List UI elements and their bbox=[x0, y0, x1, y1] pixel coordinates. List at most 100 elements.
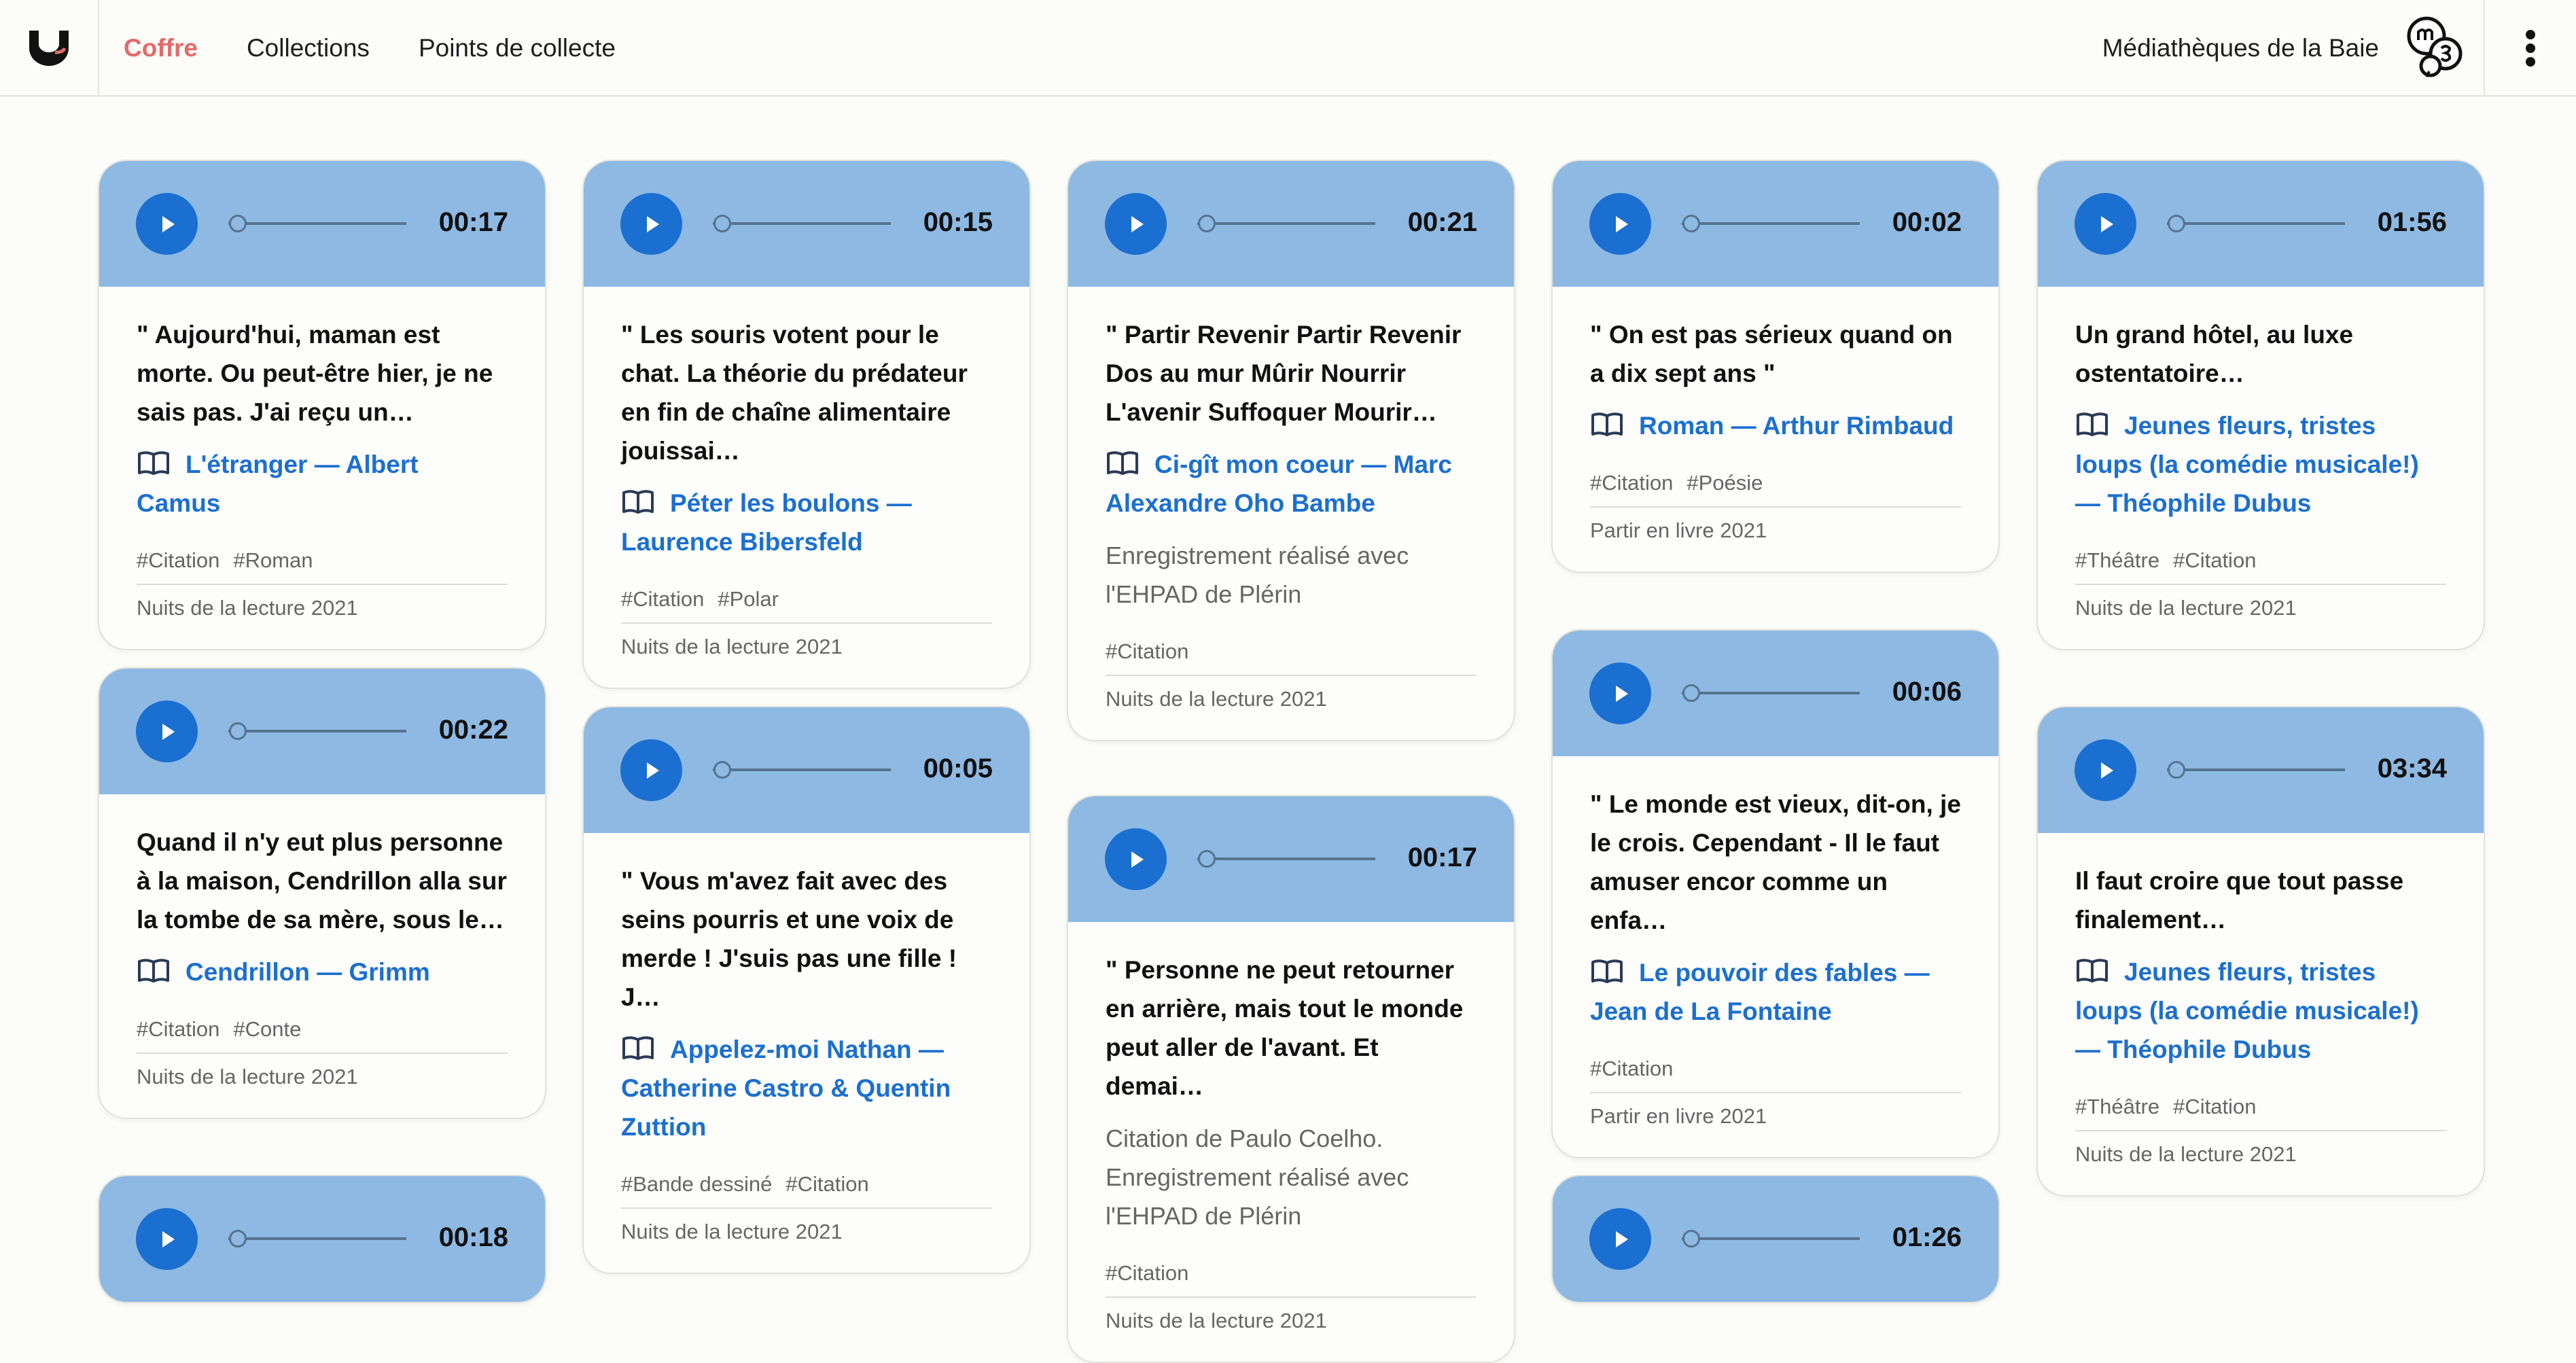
tag-list: #Citation bbox=[1106, 1261, 1477, 1298]
progress-handle[interactable] bbox=[713, 215, 731, 232]
event-name: Partir en livre 2021 bbox=[1590, 1104, 1767, 1128]
tag-chip[interactable]: #Citation bbox=[1106, 1261, 1188, 1285]
play-button[interactable] bbox=[1589, 662, 1651, 724]
book-title: Appelez-moi Nathan — Catherine Castro & … bbox=[621, 1035, 951, 1141]
nav-item-points-de-collecte[interactable]: Points de collecte bbox=[419, 34, 616, 63]
progress-handle[interactable] bbox=[1682, 1230, 1700, 1247]
play-button[interactable] bbox=[136, 1208, 198, 1270]
tag-chip[interactable]: #Bande dessiné bbox=[621, 1172, 772, 1196]
card-body: " Vous m'avez fait avec des seins pourri… bbox=[584, 833, 1029, 1273]
tag-chip[interactable]: #Citation bbox=[2173, 1095, 2256, 1118]
progress-track[interactable] bbox=[1682, 222, 1860, 225]
play-button[interactable] bbox=[1105, 828, 1167, 890]
progress-track[interactable] bbox=[228, 730, 406, 732]
event-name: Nuits de la lecture 2021 bbox=[1106, 1309, 1327, 1332]
progress-handle[interactable] bbox=[229, 722, 247, 740]
recording-card: 00:17 " Personne ne peut retourner en arr… bbox=[1067, 795, 1515, 1363]
tag-list: #Théâtre #Citation bbox=[2075, 548, 2446, 585]
progress-handle[interactable] bbox=[1198, 215, 1216, 232]
tag-chip[interactable]: #Poésie bbox=[1687, 471, 1763, 495]
progress-track[interactable] bbox=[2167, 768, 2345, 771]
tag-chip[interactable]: #Conte bbox=[233, 1017, 301, 1041]
card-body: Quand il n'y eut plus personne à la mais… bbox=[99, 794, 545, 1118]
tag-chip[interactable]: #Citation bbox=[786, 1172, 868, 1196]
progress-track[interactable] bbox=[713, 222, 891, 225]
book-icon bbox=[622, 490, 654, 514]
duration-label: 03:34 bbox=[2377, 754, 2447, 783]
nav-item-coffre[interactable]: Coffre bbox=[124, 34, 198, 63]
event-name: Partir en livre 2021 bbox=[1590, 518, 1767, 542]
book-link[interactable]: Jeunes fleurs, tristes loups (la comédie… bbox=[2075, 406, 2446, 523]
book-link[interactable]: Roman — Arthur Rimbaud bbox=[1590, 406, 1961, 445]
progress-track[interactable] bbox=[1197, 857, 1375, 860]
play-button[interactable] bbox=[1589, 193, 1651, 255]
book-title: Roman — Arthur Rimbaud bbox=[1639, 412, 1954, 440]
tag-chip[interactable]: #Théâtre bbox=[2075, 1095, 2159, 1118]
organization-switcher[interactable]: Médiathèques de la Baie bbox=[2102, 0, 2469, 96]
tag-chip[interactable]: #Citation bbox=[2173, 548, 2256, 572]
nav-item-collections[interactable]: Collections bbox=[247, 34, 370, 63]
play-icon bbox=[1131, 851, 1144, 868]
progress-track[interactable] bbox=[228, 1237, 406, 1240]
tag-chip[interactable]: #Citation bbox=[137, 1017, 219, 1041]
play-button[interactable] bbox=[1589, 1208, 1651, 1270]
progress-track[interactable] bbox=[713, 768, 891, 771]
progress-handle[interactable] bbox=[2168, 215, 2185, 232]
tag-list: #Citation #Roman bbox=[137, 548, 508, 585]
progress-track[interactable] bbox=[1682, 1237, 1860, 1240]
recording-card: 00:17 " Aujourd'hui, maman est morte. Ou … bbox=[98, 160, 546, 650]
progress-track[interactable] bbox=[228, 222, 406, 225]
progress-handle[interactable] bbox=[1198, 850, 1216, 868]
audio-player: 00:17 bbox=[99, 161, 545, 287]
progress-handle[interactable] bbox=[229, 215, 247, 232]
book-link[interactable]: Jeunes fleurs, tristes loups (la comédie… bbox=[2075, 953, 2446, 1069]
book-title: Péter les boulons — Laurence Bibersfeld bbox=[621, 489, 912, 556]
tag-chip[interactable]: #Citation bbox=[621, 587, 704, 611]
book-link[interactable]: Le pouvoir des fables — Jean de La Fonta… bbox=[1590, 953, 1961, 1031]
play-button[interactable] bbox=[1105, 193, 1167, 255]
tag-chip[interactable]: #Théâtre bbox=[2075, 548, 2159, 572]
progress-handle[interactable] bbox=[2168, 761, 2185, 779]
event-name: Nuits de la lecture 2021 bbox=[137, 596, 358, 620]
tag-chip[interactable]: #Citation bbox=[1590, 1057, 1673, 1080]
play-icon bbox=[162, 215, 175, 232]
organization-logo-icon bbox=[2407, 16, 2463, 77]
progress-handle[interactable] bbox=[1682, 215, 1700, 232]
recording-description: Enregistrement réalisé avec l'EHPAD de P… bbox=[1106, 542, 1409, 608]
book-title: Jeunes fleurs, tristes loups (la comédie… bbox=[2075, 412, 2419, 517]
play-button[interactable] bbox=[620, 193, 682, 255]
event-name: Nuits de la lecture 2021 bbox=[621, 1220, 843, 1243]
book-link[interactable]: Ci-gît mon coeur — Marc Alexandre Oho Ba… bbox=[1106, 445, 1477, 523]
progress-track[interactable] bbox=[2167, 222, 2345, 225]
book-title: Cendrillon — Grimm bbox=[186, 958, 430, 986]
play-button[interactable] bbox=[2075, 193, 2136, 255]
play-button[interactable] bbox=[136, 193, 198, 255]
tag-chip[interactable]: #Citation bbox=[137, 548, 219, 572]
progress-track[interactable] bbox=[1197, 222, 1375, 225]
play-button[interactable] bbox=[136, 701, 198, 762]
play-icon bbox=[646, 762, 659, 779]
progress-handle[interactable] bbox=[229, 1230, 247, 1247]
tag-chip[interactable]: #Polar bbox=[718, 587, 779, 611]
progress-handle[interactable] bbox=[713, 761, 731, 779]
play-button[interactable] bbox=[620, 739, 682, 801]
more-menu-button[interactable] bbox=[2484, 0, 2576, 96]
duration-label: 00:17 bbox=[438, 207, 508, 237]
progress-handle[interactable] bbox=[1682, 684, 1700, 702]
book-link[interactable]: Appelez-moi Nathan — Catherine Castro & … bbox=[621, 1030, 992, 1146]
book-link[interactable]: Péter les boulons — Laurence Bibersfeld bbox=[621, 484, 992, 561]
play-button[interactable] bbox=[2075, 739, 2136, 801]
book-link[interactable]: Cendrillon — Grimm bbox=[137, 953, 508, 991]
tag-chip[interactable]: #Citation bbox=[1106, 639, 1188, 663]
duration-label: 00:21 bbox=[1407, 207, 1477, 237]
tag-chip[interactable]: #Roman bbox=[233, 548, 313, 572]
tag-chip[interactable]: #Citation bbox=[1590, 471, 1673, 495]
quote-excerpt: Il faut croire que tout passe finalement… bbox=[2075, 867, 2404, 934]
book-title: Ci-gît mon coeur — Marc Alexandre Oho Ba… bbox=[1106, 450, 1452, 517]
book-link[interactable]: L'étranger — Albert Camus bbox=[137, 445, 508, 523]
organization-name: Médiathèques de la Baie bbox=[2102, 33, 2379, 62]
app-logo[interactable] bbox=[0, 0, 99, 96]
quote-excerpt: Un grand hôtel, au luxe ostentatoire… bbox=[2075, 321, 2354, 387]
tag-list: #Citation #Polar bbox=[621, 587, 992, 624]
progress-track[interactable] bbox=[1682, 692, 1860, 694]
